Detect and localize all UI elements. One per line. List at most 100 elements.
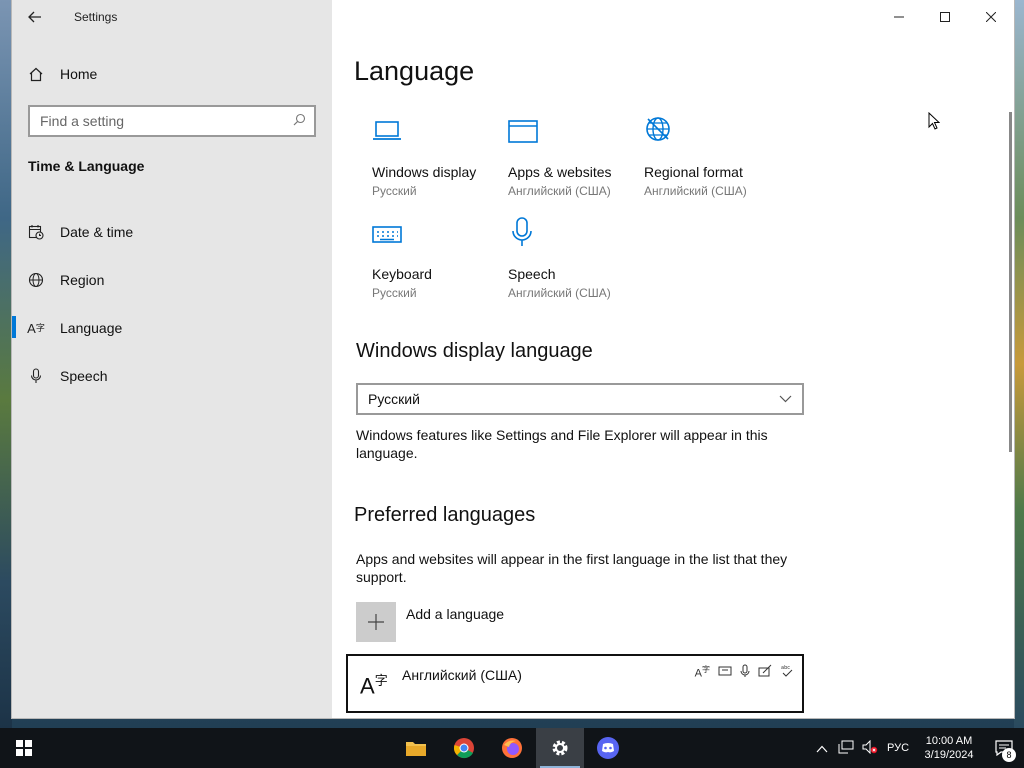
- display-language-value: Русский: [368, 391, 420, 407]
- sidebar-item-date-time[interactable]: Date & time: [12, 208, 332, 256]
- tile-label: Regional format: [644, 164, 743, 180]
- minimize-button[interactable]: [876, 0, 922, 34]
- sidebar-item-language[interactable]: A字 Language: [12, 304, 332, 352]
- tile-sublabel: Английский (США): [644, 184, 747, 198]
- minimize-icon: [894, 16, 904, 18]
- notification-center-button[interactable]: 8: [984, 740, 1024, 762]
- display-language-select[interactable]: Русский: [356, 383, 804, 415]
- text-input-feature-icon: [758, 664, 772, 677]
- keyboard-icon: [372, 216, 502, 256]
- maximize-button[interactable]: [922, 0, 968, 34]
- maximize-icon: [940, 12, 950, 22]
- speech-feature-icon: [740, 664, 750, 677]
- sidebar-item-label: Speech: [60, 368, 108, 384]
- taskbar-firefox[interactable]: [488, 728, 536, 768]
- tile-label: Apps & websites: [508, 164, 612, 180]
- volume-muted-icon[interactable]: [858, 739, 882, 757]
- titlebar-left: Settings: [12, 0, 332, 34]
- notification-count-badge: 8: [1002, 748, 1016, 762]
- clock[interactable]: 10:00 AM 3/19/2024: [914, 734, 984, 762]
- taskbar-discord[interactable]: [584, 728, 632, 768]
- display-language-heading: Windows display language: [356, 340, 593, 362]
- tile-label: Speech: [508, 266, 556, 282]
- start-button[interactable]: [0, 728, 48, 768]
- svg-text:abc: abc: [781, 665, 790, 671]
- sidebar: Settings Home Time & Language Date & tim…: [12, 0, 332, 718]
- scrollbar[interactable]: [1009, 112, 1012, 452]
- language-name: Английский (США): [402, 667, 522, 683]
- back-arrow-icon: [28, 11, 41, 23]
- mouse-cursor-icon: [928, 112, 940, 130]
- close-button[interactable]: [968, 0, 1014, 34]
- search-input[interactable]: [40, 113, 270, 129]
- app-title: Settings: [74, 10, 118, 24]
- search-box[interactable]: [28, 105, 316, 137]
- search-icon[interactable]: [293, 113, 306, 129]
- preferred-languages-description: Apps and websites will appear in the fir…: [356, 551, 788, 585]
- language-list-item[interactable]: A字 Английский (США) A字 abc: [346, 654, 804, 713]
- clock-date: 3/19/2024: [924, 749, 974, 761]
- sidebar-item-home[interactable]: Home: [12, 58, 332, 90]
- tile-apps-websites[interactable]: Apps & websites Английский (США): [508, 114, 638, 206]
- wallpaper-right-strip: [1014, 0, 1024, 728]
- firefox-icon: [502, 738, 522, 758]
- tile-sublabel: Английский (США): [508, 286, 611, 300]
- chevron-up-icon[interactable]: [810, 741, 834, 756]
- close-icon: [986, 12, 996, 22]
- taskbar-settings[interactable]: [536, 728, 584, 768]
- sidebar-nav: Date & time Region A字 Language Speech: [12, 208, 332, 400]
- globe-icon: [12, 272, 60, 288]
- network-icon[interactable]: [834, 740, 858, 757]
- tile-keyboard[interactable]: Keyboard Русский: [372, 216, 502, 308]
- add-language-button[interactable]: Add a language: [356, 602, 504, 642]
- home-label: Home: [60, 66, 98, 82]
- taskbar: РУС 10:00 AM 3/19/2024 8: [0, 728, 1024, 768]
- tile-sublabel: Русский: [372, 184, 417, 198]
- microphone-icon: [12, 368, 60, 384]
- settings-icon: [552, 740, 568, 756]
- windows-logo-icon: [16, 740, 32, 756]
- file-explorer-icon: [406, 742, 426, 756]
- calendar-clock-icon: [12, 224, 60, 240]
- section-title: Time & Language: [28, 158, 145, 174]
- taskbar-file-explorer[interactable]: [392, 728, 440, 768]
- system-tray: РУС 10:00 AM 3/19/2024 8: [810, 728, 1024, 768]
- page-title: Language: [354, 56, 475, 86]
- sidebar-item-label: Region: [60, 272, 105, 288]
- chrome-icon: [454, 738, 474, 759]
- sidebar-item-speech[interactable]: Speech: [12, 352, 332, 400]
- taskbar-chrome[interactable]: [440, 728, 488, 768]
- input-language-indicator[interactable]: РУС: [882, 742, 914, 754]
- sidebar-item-region[interactable]: Region: [12, 256, 332, 304]
- handwriting-feature-icon: [718, 666, 732, 676]
- spellcheck-feature-icon: abc: [781, 665, 793, 677]
- add-language-label: Add a language: [406, 606, 505, 622]
- chevron-down-icon: [779, 392, 792, 406]
- display-language-description: Windows features like Settings and File …: [356, 427, 768, 461]
- tile-speech[interactable]: Speech Английский (США): [508, 216, 638, 308]
- clock-time: 10:00 AM: [925, 735, 973, 747]
- window-controls: [876, 0, 1014, 34]
- tile-regional-format[interactable]: Regional format Английский (США): [644, 114, 774, 206]
- main-content: Language Windows display Русский Apps & …: [332, 0, 1014, 718]
- tile-sublabel: Английский (США): [508, 184, 611, 198]
- sidebar-item-label: Date & time: [60, 224, 134, 240]
- tile-label: Windows display: [372, 164, 477, 180]
- language-icon: A字: [27, 320, 45, 336]
- discord-icon: [597, 737, 619, 759]
- wallpaper-left-strip: [0, 0, 12, 728]
- sidebar-item-label: Language: [60, 320, 123, 336]
- display-language-feature-icon: A字: [694, 665, 710, 680]
- back-button[interactable]: [12, 0, 58, 34]
- preferred-languages-heading: Preferred languages: [354, 504, 536, 526]
- tile-windows-display[interactable]: Windows display Русский: [372, 114, 502, 206]
- microphone-icon: [508, 216, 638, 256]
- plus-icon: [356, 602, 396, 642]
- tile-label: Keyboard: [372, 266, 432, 282]
- tile-sublabel: Русский: [372, 286, 417, 300]
- laptop-icon: [372, 114, 502, 154]
- window-icon: [508, 114, 638, 154]
- home-icon: [12, 67, 60, 82]
- globe-settings-icon: [644, 114, 774, 154]
- taskbar-apps: [392, 728, 632, 768]
